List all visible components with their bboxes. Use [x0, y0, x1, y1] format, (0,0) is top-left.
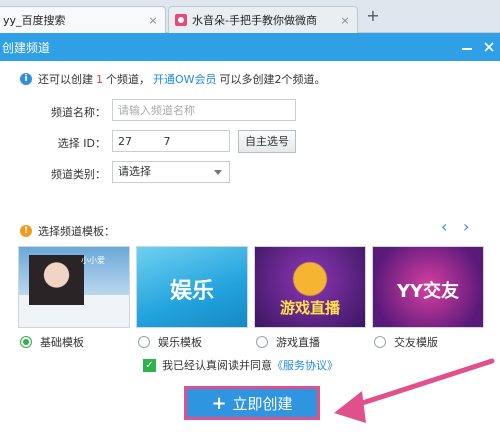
- template-label: 游戏直播: [276, 336, 320, 349]
- minimize-button[interactable]: [456, 36, 478, 58]
- remaining-count: 1: [96, 72, 103, 86]
- template-thumb-basic[interactable]: 小小爱: [18, 246, 130, 328]
- dialog-titlebar: 创建频道: [0, 33, 500, 61]
- template-image: 游戏直播: [255, 247, 365, 327]
- tab-baidu-search[interactable]: yy_百度搜索 ×: [0, 6, 166, 33]
- template-header-label: 选择频道模板：: [38, 225, 115, 238]
- plus-icon: +: [211, 392, 227, 414]
- chevron-down-icon: [214, 170, 222, 175]
- radio-icon[interactable]: [138, 336, 150, 348]
- template-image: 小小爱: [19, 247, 129, 327]
- ow-member-link[interactable]: 开通OW会员: [153, 71, 217, 87]
- channel-name-input[interactable]: [112, 99, 296, 121]
- template-next-icon[interactable]: ›: [463, 217, 469, 236]
- template-radio-entertainment[interactable]: 娱乐模板: [138, 334, 202, 350]
- browser-tab-bar: yy_百度搜索 × 水音朵-手把手教你做微商 × +: [0, 0, 500, 33]
- create-button-label: 立即创建: [232, 394, 293, 413]
- channel-id-label: 选择 ID：: [57, 137, 106, 150]
- template-prev-icon[interactable]: ‹: [441, 217, 447, 236]
- template-section-header: ! 选择频道模板：: [20, 223, 115, 239]
- self-select-button[interactable]: 自主选号: [238, 130, 296, 153]
- agreement-row: ✓ 我已经认真阅读并同意 《服务协议》: [143, 357, 338, 373]
- radio-icon[interactable]: [374, 336, 386, 348]
- close-icon: [484, 42, 494, 52]
- template-thumb-dating[interactable]: YY交友: [372, 246, 484, 328]
- new-tab-button[interactable]: +: [364, 8, 382, 26]
- close-button[interactable]: [478, 36, 500, 58]
- template-image: 娱乐: [137, 247, 247, 327]
- template-label: 交友模版: [394, 336, 438, 349]
- channel-category-label: 频道类别：: [51, 168, 106, 181]
- dialog-title: 创建频道: [2, 40, 51, 55]
- thumb-label: 娱乐: [169, 279, 214, 304]
- annotation-arrow-icon: [334, 358, 495, 423]
- close-icon[interactable]: ×: [147, 14, 159, 27]
- template-radio-dating[interactable]: 交友模版: [374, 334, 438, 350]
- template-label: 基础模板: [40, 336, 84, 349]
- template-radio-game-live[interactable]: 游戏直播: [256, 334, 320, 350]
- thumb-label: YY交友: [396, 281, 460, 302]
- tab-title: 水音朵-手把手教你做微商: [192, 14, 317, 27]
- channel-category-select[interactable]: 请选择: [112, 161, 230, 183]
- create-channel-dialog: 创建频道 i 还可以创建 1 个频道， 开通OW会员 可以多创建2个频道。 频道…: [0, 33, 500, 437]
- agree-text: 我已经认真阅读并同意: [162, 359, 272, 372]
- template-thumb-game-live[interactable]: 游戏直播: [254, 246, 366, 328]
- category-selected-value: 请选择: [118, 165, 151, 178]
- radio-icon[interactable]: [256, 336, 268, 348]
- template-image: YY交友: [373, 247, 483, 327]
- close-icon[interactable]: ×: [339, 14, 351, 27]
- tab-title: yy_百度搜索: [3, 14, 66, 27]
- thumb-label: 游戏直播: [279, 299, 340, 317]
- thumb-label: 小小爱: [81, 256, 105, 265]
- template-label: 娱乐模板: [158, 336, 202, 349]
- info-mid: 个频道，: [106, 73, 150, 86]
- template-thumb-entertainment[interactable]: 娱乐: [136, 246, 248, 328]
- quota-info: i 还可以创建 1 个频道， 开通OW会员 可以多创建2个频道。: [20, 71, 326, 87]
- channel-id-input[interactable]: [112, 130, 230, 152]
- info-suffix: 可以多创建2个频道。: [219, 73, 326, 86]
- radio-checked-icon[interactable]: [20, 336, 32, 348]
- create-now-button[interactable]: + 立即创建: [184, 386, 320, 420]
- info-prefix: 还可以创建: [38, 73, 93, 86]
- warning-icon: !: [20, 225, 32, 237]
- favicon-icon: [175, 14, 187, 26]
- avatar: [29, 255, 84, 305]
- minimize-icon: [462, 48, 472, 50]
- template-radio-basic[interactable]: 基础模板: [20, 334, 84, 350]
- info-icon: i: [20, 73, 32, 85]
- agree-checkbox[interactable]: ✓: [143, 358, 156, 372]
- tab-shuiyinduo[interactable]: 水音朵-手把手教你做微商 ×: [168, 6, 358, 33]
- channel-name-label: 频道名称：: [51, 106, 106, 119]
